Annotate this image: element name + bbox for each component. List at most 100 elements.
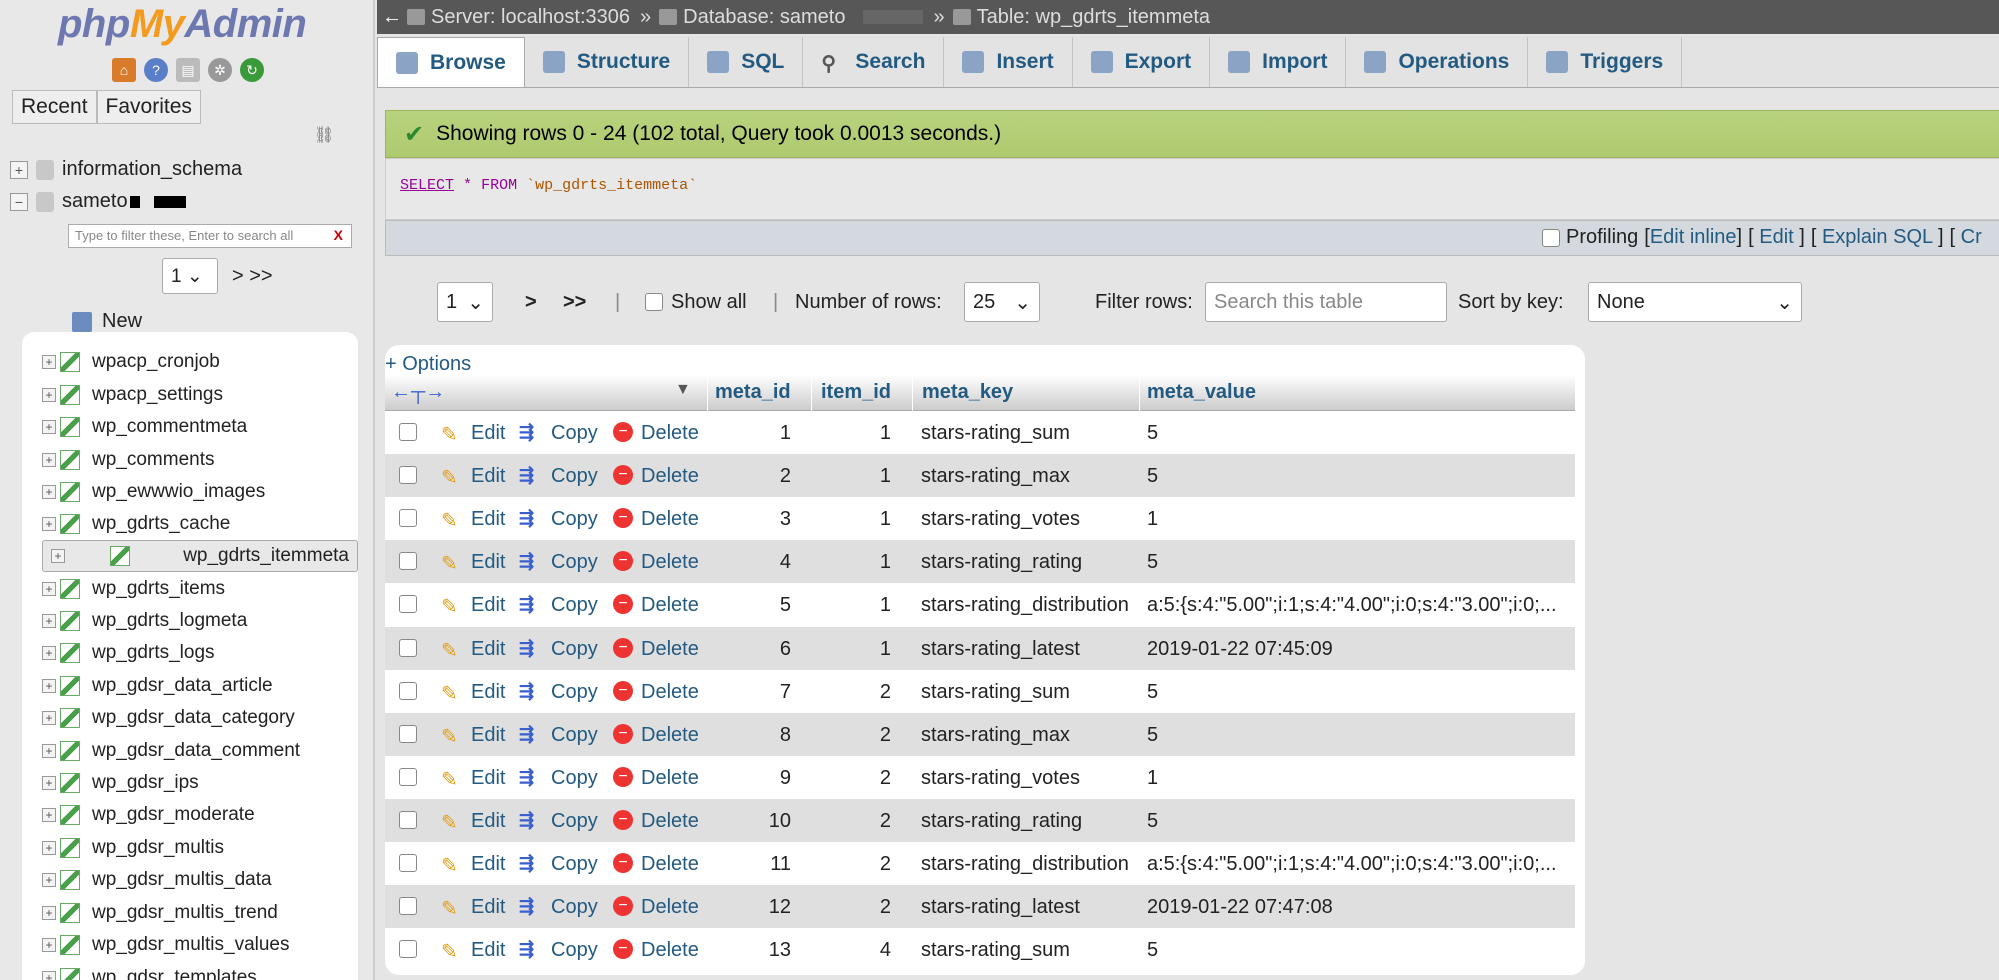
expand-icon[interactable]: + — [42, 776, 56, 790]
phpmyadmin-logo[interactable]: phpMyAdmin — [58, 2, 307, 47]
sort-dropdown-icon[interactable]: ▼ — [675, 381, 691, 399]
expand-icon[interactable]: + — [42, 420, 56, 434]
pencil-icon[interactable]: ✎ — [441, 767, 458, 792]
cell-meta-value[interactable]: a:5:{s:4:"5.00";i:1;s:4:"4.00";i:0;s:4:"… — [1147, 853, 1557, 876]
edit-link[interactable]: Edit — [471, 810, 505, 833]
cell-meta-id[interactable]: 13 — [731, 939, 791, 962]
table-name[interactable]: wp_gdrts_items — [92, 578, 225, 600]
cell-meta-id[interactable]: 3 — [731, 508, 791, 531]
delete-link[interactable]: Delete — [641, 939, 699, 962]
cell-meta-value[interactable]: 5 — [1147, 465, 1158, 488]
sidebar-item-table[interactable]: + wp_gdsr_templates — [42, 962, 358, 980]
delete-link[interactable]: Delete — [641, 422, 699, 445]
sidebar-item-table[interactable]: + wp_gdrts_logs — [42, 637, 358, 669]
row-checkbox[interactable] — [399, 466, 417, 484]
copy-icon[interactable]: ⇶ — [519, 638, 534, 659]
cell-meta-value[interactable]: 5 — [1147, 724, 1158, 747]
tab-browse[interactable]: Browse — [377, 37, 525, 87]
cell-meta-value[interactable]: 5 — [1147, 810, 1158, 833]
tab-export[interactable]: Export — [1073, 37, 1211, 87]
delete-link[interactable]: Delete — [641, 681, 699, 704]
copy-link[interactable]: Copy — [551, 767, 598, 790]
copy-link[interactable]: Copy — [551, 853, 598, 876]
tab-structure[interactable]: Structure — [525, 37, 690, 87]
cell-meta-id[interactable]: 4 — [731, 551, 791, 574]
pencil-icon[interactable]: ✎ — [441, 638, 458, 663]
column-header-meta-id[interactable]: meta_id — [715, 381, 791, 404]
back-arrow-icon[interactable]: ← — [377, 6, 407, 29]
tab-favorites[interactable]: Favorites — [96, 90, 201, 124]
table-name[interactable]: wp_gdsr_data_article — [92, 675, 273, 697]
cell-item-id[interactable]: 2 — [831, 853, 891, 876]
edit-link[interactable]: Edit — [471, 508, 505, 531]
sidebar-item-table[interactable]: + wp_ewwwio_images — [42, 476, 358, 508]
cell-meta-value[interactable]: 5 — [1147, 422, 1158, 445]
expand-icon[interactable]: + — [42, 971, 56, 980]
help-icon[interactable]: ? — [144, 58, 168, 82]
cell-item-id[interactable]: 2 — [831, 810, 891, 833]
row-checkbox[interactable] — [399, 423, 417, 441]
expand-icon[interactable]: + — [42, 841, 56, 855]
options-link[interactable]: + Options — [385, 353, 471, 376]
cell-meta-value[interactable]: 1 — [1147, 767, 1158, 790]
copy-icon[interactable]: ⇶ — [519, 551, 534, 572]
row-checkbox[interactable] — [399, 552, 417, 570]
pencil-icon[interactable]: ✎ — [441, 853, 458, 878]
cell-meta-value[interactable]: 2019-01-22 07:45:09 — [1147, 638, 1333, 661]
tab-insert[interactable]: Insert — [944, 37, 1073, 87]
breadcrumb-server[interactable]: Server: localhost:3306 — [407, 6, 630, 29]
row-checkbox[interactable] — [399, 854, 417, 872]
copy-icon[interactable]: ⇶ — [519, 810, 534, 831]
tab-sql[interactable]: SQL — [689, 37, 804, 87]
copy-link[interactable]: Copy — [551, 465, 598, 488]
delete-icon[interactable]: − — [613, 853, 633, 873]
cell-meta-id[interactable]: 8 — [731, 724, 791, 747]
pencil-icon[interactable]: ✎ — [441, 681, 458, 706]
cell-meta-value[interactable]: 5 — [1147, 681, 1158, 704]
sidebar-item-table[interactable]: + wp_gdrts_itemmeta — [42, 540, 358, 572]
table-name[interactable]: wp_comments — [92, 449, 215, 471]
copy-icon[interactable]: ⇶ — [519, 422, 534, 443]
delete-link[interactable]: Delete — [641, 594, 699, 617]
table-name[interactable]: wp_ewwwio_images — [92, 481, 265, 503]
copy-link[interactable]: Copy — [551, 508, 598, 531]
table-name[interactable]: wp_gdsr_templates — [92, 967, 257, 980]
cell-meta-id[interactable]: 12 — [731, 896, 791, 919]
row-checkbox[interactable] — [399, 509, 417, 527]
delete-icon[interactable]: − — [613, 724, 633, 744]
cell-meta-key[interactable]: stars-rating_votes — [921, 767, 1080, 790]
cell-meta-key[interactable]: stars-rating_distribution — [921, 853, 1129, 876]
copy-icon[interactable]: ⇶ — [519, 594, 534, 615]
cell-item-id[interactable]: 1 — [831, 465, 891, 488]
copy-icon[interactable]: ⇶ — [519, 681, 534, 702]
copy-link[interactable]: Copy — [551, 594, 598, 617]
expand-icon[interactable]: + — [42, 582, 56, 596]
cell-meta-value[interactable]: 5 — [1147, 551, 1158, 574]
row-checkbox[interactable] — [399, 682, 417, 700]
explain-sql-link[interactable]: Explain SQL — [1822, 226, 1932, 248]
cell-item-id[interactable]: 2 — [831, 724, 891, 747]
cell-meta-id[interactable]: 2 — [731, 465, 791, 488]
row-checkbox[interactable] — [399, 811, 417, 829]
cell-item-id[interactable]: 2 — [831, 767, 891, 790]
clear-filter-icon[interactable]: X — [334, 227, 343, 243]
sidebar-item-table[interactable]: + wp_gdsr_multis — [42, 832, 358, 864]
table-name[interactable]: wp_gdrts_logmeta — [92, 610, 247, 632]
table-name[interactable]: wpacp_cronjob — [92, 351, 220, 373]
db-name[interactable]: information_schema — [62, 158, 242, 181]
delete-icon[interactable]: − — [613, 551, 633, 571]
pencil-icon[interactable]: ✎ — [441, 422, 458, 447]
cell-meta-id[interactable]: 5 — [731, 594, 791, 617]
column-header-meta-key[interactable]: meta_key — [922, 381, 1013, 404]
edit-link[interactable]: Edit — [471, 594, 505, 617]
expand-icon[interactable]: + — [42, 679, 56, 693]
pencil-icon[interactable]: ✎ — [441, 939, 458, 964]
edit-link[interactable]: Edit — [471, 638, 505, 661]
table-name[interactable]: wp_gdrts_cache — [92, 513, 230, 535]
delete-icon[interactable]: − — [613, 465, 633, 485]
delete-link[interactable]: Delete — [641, 896, 699, 919]
copy-link[interactable]: Copy — [551, 896, 598, 919]
delete-link[interactable]: Delete — [641, 508, 699, 531]
edit-link[interactable]: Edit — [471, 551, 505, 574]
last-page-button[interactable]: >> — [563, 282, 586, 322]
